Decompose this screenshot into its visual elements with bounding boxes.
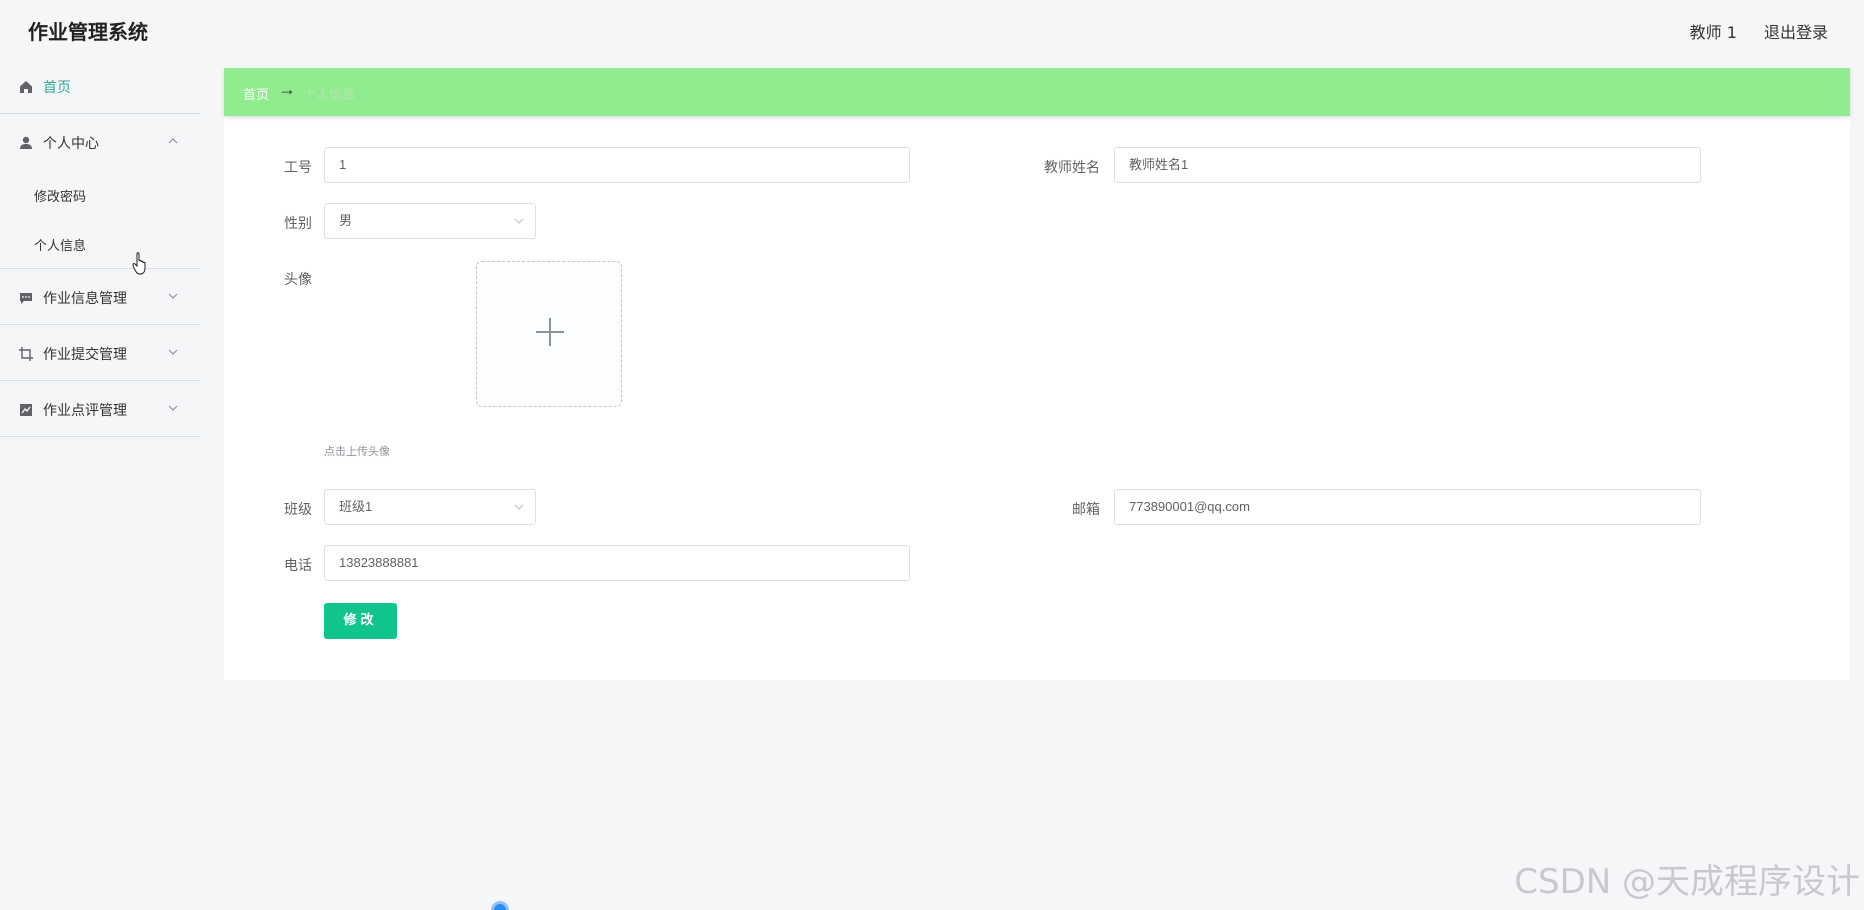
chevron-down-icon <box>168 405 178 411</box>
email-label: 邮箱 <box>1072 502 1100 518</box>
breadcrumb-current: 个人信息 <box>303 88 356 103</box>
breadcrumb-home[interactable]: 首页 <box>243 84 269 103</box>
submit-button[interactable]: 修改 <box>324 603 397 639</box>
user-icon <box>20 136 32 149</box>
chevron-down-icon <box>514 504 524 510</box>
sidebar-item-homework-submit[interactable]: 作业提交管理 <box>0 325 200 381</box>
gender-label: 性别 <box>284 216 312 232</box>
class-selected-value: 班级1 <box>339 499 373 514</box>
chevron-down-icon <box>168 349 178 355</box>
current-user[interactable]: 教师 1 <box>1690 23 1737 42</box>
sidebar-item-personal-info[interactable]: 个人信息 <box>0 219 200 268</box>
job-no-label: 工号 <box>284 160 312 176</box>
phone-field[interactable]: 13823888881 <box>324 545 910 581</box>
sidebar-menu: 首页 个人中心 修改密码 个人信息 作业信息管理 作业提交管理 作业点评管理 <box>0 58 200 910</box>
header-user-area: 教师 1 退出登录 <box>1668 19 1828 43</box>
sidebar-item-change-password[interactable]: 修改密码 <box>0 170 200 219</box>
top-header: 作业管理系统 教师 1 退出登录 <box>0 0 1864 58</box>
sidebar-item-homework-info[interactable]: 作业信息管理 <box>0 269 200 325</box>
breadcrumb: 首页 → 个人信息 <box>224 68 1850 116</box>
crop-icon <box>19 347 33 361</box>
teacher-name-label: 教师姓名 <box>1044 160 1100 176</box>
sidebar-item-label: 作业信息管理 <box>43 291 127 307</box>
scroll-indicator <box>491 901 509 910</box>
chevron-up-icon <box>168 138 178 144</box>
avatar-upload[interactable] <box>476 261 622 407</box>
chevron-down-icon <box>168 293 178 299</box>
app-title: 作业管理系统 <box>28 20 148 44</box>
teacher-name-field[interactable]: 教师姓名1 <box>1114 147 1701 183</box>
phone-label: 电话 <box>284 558 312 574</box>
sidebar-item-label: 作业提交管理 <box>43 347 127 363</box>
gender-selected-value: 男 <box>339 213 353 228</box>
watermark: CSDN @天成程序设计 <box>1514 862 1860 902</box>
avatar-label: 头像 <box>284 272 312 288</box>
sidebar-item-label: 个人中心 <box>43 136 99 152</box>
class-select[interactable]: 班级1 <box>324 489 536 525</box>
email-field[interactable]: 773890001@qq.com <box>1114 489 1701 525</box>
message-icon <box>20 293 32 304</box>
sidebar-item-label: 作业点评管理 <box>43 403 127 419</box>
data-analysis-icon <box>20 404 32 416</box>
job-no-field[interactable]: 1 <box>324 147 910 183</box>
personal-center-submenu: 修改密码 个人信息 <box>0 170 200 269</box>
plus-icon-bar <box>536 331 564 333</box>
gender-select[interactable]: 男 <box>324 203 536 239</box>
sidebar-item-home[interactable]: 首页 <box>0 58 200 114</box>
breadcrumb-separator: → <box>278 79 296 99</box>
main-panel: 首页 → 个人信息 工号 1 教师姓名 教师姓名1 性别 男 头像 点击上传头像… <box>224 68 1850 680</box>
class-label: 班级 <box>284 502 312 518</box>
logout-link[interactable]: 退出登录 <box>1764 23 1828 42</box>
chevron-down-icon <box>514 218 524 224</box>
avatar-upload-tip: 点击上传头像 <box>324 445 390 458</box>
hand-cursor-icon <box>132 252 146 275</box>
home-icon <box>20 81 32 93</box>
sidebar-item-homework-review[interactable]: 作业点评管理 <box>0 381 200 437</box>
sidebar-item-personal-center[interactable]: 个人中心 <box>0 114 200 170</box>
sidebar-item-label: 首页 <box>43 80 71 96</box>
